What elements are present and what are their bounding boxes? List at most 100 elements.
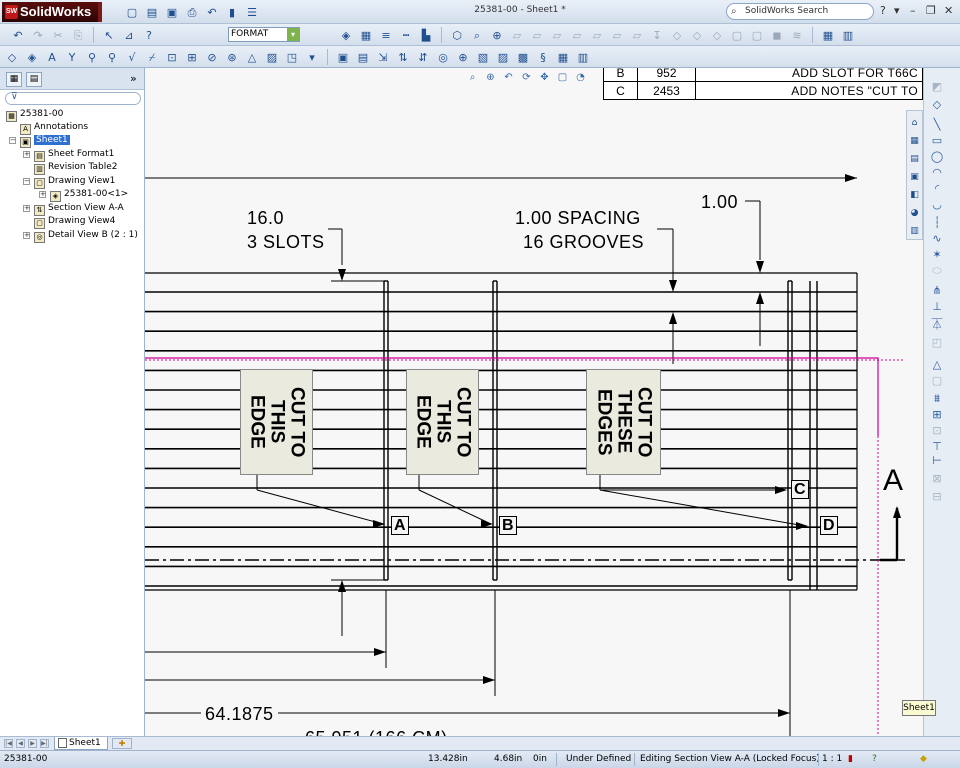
dimension-slots-value[interactable]: 16.0 [247, 208, 284, 229]
cut-note-3[interactable]: CUT TO THESE EDGES [586, 369, 661, 475]
file-explorer-icon[interactable]: ▣ [907, 169, 922, 184]
hidden-lines-icon[interactable]: ▢ [749, 27, 765, 43]
spline-icon[interactable]: ∿ [929, 232, 945, 246]
linear-pattern-icon[interactable]: ⩩ [929, 392, 945, 406]
top-view-icon[interactable]: ▱ [609, 27, 625, 43]
standard-view-icon[interactable]: ▱ [509, 27, 525, 43]
convert-entities-icon[interactable]: ⊤ [929, 440, 945, 454]
collapse-icon[interactable]: − [9, 137, 16, 144]
expand-icon[interactable]: + [23, 232, 30, 239]
zoom-area-icon[interactable]: ⊕ [483, 70, 498, 85]
appearances-icon[interactable]: ◕ [907, 205, 922, 220]
solidworks-logo[interactable]: SW SolidWorks [2, 2, 102, 22]
rebuild-icon[interactable]: ▮ [224, 4, 240, 20]
extend-icon[interactable]: ⊢ [929, 454, 945, 468]
table-row[interactable]: B 952 ADD SLOT FOR T66C [603, 68, 923, 82]
three-point-arc-icon[interactable]: ◡ [929, 198, 945, 212]
circular-pattern-icon[interactable]: ⊞ [929, 408, 945, 422]
surface-finish-icon[interactable]: √ [124, 49, 140, 65]
layer-select[interactable]: FORMAT ▾ [228, 27, 300, 42]
tree-item-drawing-view4[interactable]: ▢ Drawing View4 [34, 215, 115, 229]
back-view-icon[interactable]: ▱ [549, 27, 565, 43]
cut-note-2[interactable]: CUT TO THIS EDGE [406, 369, 479, 475]
tree-filter-input[interactable]: ⊽ [5, 92, 141, 105]
standard-3-view-icon[interactable]: ⊕ [455, 49, 471, 65]
expand-panel-icon[interactable]: » [130, 72, 137, 85]
edge-label-c[interactable]: C [791, 480, 809, 499]
move-entities-icon[interactable]: ⊡ [929, 424, 945, 438]
block-icon[interactable]: ▢ [929, 374, 945, 388]
view-orientation-icon[interactable]: ⬡ [449, 27, 465, 43]
previous-sheet-icon[interactable]: ◀ [16, 739, 25, 748]
rebuild-status-icon[interactable]: ▮ [848, 751, 853, 768]
edge-label-d[interactable]: D [820, 516, 838, 535]
crop-view-icon[interactable]: ▩ [515, 49, 531, 65]
collapse-icon[interactable]: − [23, 178, 30, 185]
zoom-to-fit-icon[interactable]: ⌕ [465, 70, 480, 85]
tree-item-part[interactable]: + ◈ 25381-00<1> [39, 188, 128, 202]
projected-view-icon[interactable]: ▤ [355, 49, 371, 65]
detail-view-icon[interactable]: ◎ [435, 49, 451, 65]
dimension-grooves-label[interactable]: 16 GROOVES [523, 232, 644, 253]
offset-icon[interactable]: ⋔ [929, 284, 945, 298]
tree-item-sheet1[interactable]: − ▣ Sheet1 [9, 134, 70, 148]
tab-sheet1[interactable]: Sheet1 [54, 737, 108, 750]
quick-tips-icon[interactable]: ? [872, 751, 877, 768]
revision-table[interactable]: B 952 ADD SLOT FOR T66C C 2453 ADD NOTES… [603, 68, 923, 100]
print-icon[interactable]: ⎙ [184, 4, 200, 20]
open-folder-icon[interactable]: ▤ [144, 4, 160, 20]
select-filter-icon[interactable]: ⊿ [121, 27, 137, 43]
last-sheet-icon[interactable]: ▶| [40, 739, 49, 748]
undo-icon[interactable]: ↶ [204, 4, 220, 20]
bom-icon[interactable]: ▥ [840, 27, 856, 43]
normal-to-icon[interactable]: ↧ [649, 27, 665, 43]
smart-dimension-icon[interactable]: ◇ [4, 49, 20, 65]
line-color-icon[interactable]: ▦ [358, 27, 374, 43]
next-sheet-icon[interactable]: ▶ [28, 739, 37, 748]
copy-icon[interactable]: ⎘ [70, 27, 86, 43]
wireframe-icon[interactable]: ▢ [729, 27, 745, 43]
expand-icon[interactable]: + [39, 191, 46, 198]
table-icon[interactable]: ▦ [820, 27, 836, 43]
pan-icon[interactable]: ✥ [537, 70, 552, 85]
tree-item-section-view[interactable]: + ⇅ Section View A-A [23, 202, 124, 216]
tree-item-detail-view[interactable]: + ◎ Detail View B (2 : 1) [23, 229, 138, 243]
line-style-icon[interactable]: ┅ [398, 27, 414, 43]
arc-icon[interactable]: ◠ [929, 166, 945, 180]
relations-icon[interactable]: △ [929, 358, 945, 372]
split-entities-icon[interactable]: ⊠ [929, 472, 945, 486]
circle-icon[interactable]: ◯ [929, 150, 945, 164]
left-view-icon[interactable]: ▱ [569, 27, 585, 43]
feature-manager-tab[interactable]: ▦ [6, 72, 22, 87]
view-palette-icon[interactable]: ◧ [907, 187, 922, 202]
area-hatch-icon[interactable]: ▨ [264, 49, 280, 65]
sketch-icon[interactable]: ◩ [929, 80, 945, 94]
dimetric-view-icon[interactable]: ◇ [709, 27, 725, 43]
alternate-position-icon[interactable]: § [535, 49, 551, 65]
undo-icon[interactable]: ↶ [10, 27, 26, 43]
redo-icon[interactable]: ↷ [30, 27, 46, 43]
previous-view-icon[interactable]: ↶ [501, 70, 516, 85]
point-icon[interactable]: ✶ [929, 248, 945, 262]
chevron-down-icon[interactable]: ▾ [287, 28, 299, 41]
help-icon[interactable]: ? [880, 4, 886, 17]
help-balloon-icon[interactable]: ? [141, 27, 157, 43]
cut-icon[interactable]: ✂ [50, 27, 66, 43]
section-label[interactable]: A [883, 464, 903, 498]
tree-item-revision-table[interactable]: ▥ Revision Table2 [34, 161, 117, 175]
mirror-icon[interactable]: ⏄ [929, 318, 945, 332]
right-view-icon[interactable]: ▱ [589, 27, 605, 43]
zoom-to-fit-icon[interactable]: ⌕ [469, 27, 485, 43]
model-view-icon[interactable]: ▣ [335, 49, 351, 65]
centerline-icon[interactable]: ┆ [929, 216, 945, 230]
predefined-view-icon[interactable]: ▥ [575, 49, 591, 65]
design-library-icon[interactable]: ▤ [907, 151, 922, 166]
options-icon[interactable]: ☰ [244, 4, 260, 20]
front-view-icon[interactable]: ▱ [529, 27, 545, 43]
line-icon[interactable]: ╲ [929, 118, 945, 132]
edge-label-b[interactable]: B [499, 516, 517, 535]
ellipse-icon[interactable]: ⬭ [929, 264, 945, 278]
bottom-view-icon[interactable]: ▱ [629, 27, 645, 43]
save-icon[interactable]: ▣ [164, 4, 180, 20]
smart-dimension-icon[interactable]: ◇ [929, 98, 945, 112]
